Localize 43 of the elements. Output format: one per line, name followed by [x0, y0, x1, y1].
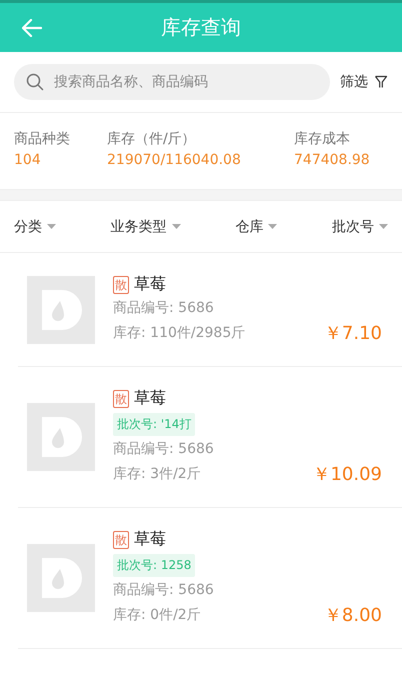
placeholder-logo-icon [27, 544, 95, 612]
product-row[interactable]: 散 草莓 批次号: 1258 商品编号: 5686 库存: 0件/2斤 ￥8.00 [18, 508, 402, 649]
stock-text: 库存: 110件/2985斤 [113, 324, 246, 342]
batch-tag: 批次号: '14打 [113, 413, 196, 436]
stat-label: 商品种类 [14, 130, 71, 148]
stat-value: 219070/116040.08 [107, 152, 242, 168]
search-field[interactable]: 搜索商品名称、商品编码 [14, 64, 330, 100]
product-code: 商品编号: 5686 [113, 299, 214, 317]
product-name: 草莓 [134, 388, 166, 409]
product-name: 草莓 [134, 274, 166, 295]
stat-label: 库存成本 [294, 130, 351, 148]
product-name: 草莓 [134, 529, 166, 550]
price: ￥8.00 [324, 604, 382, 627]
page-title: 库存查询 [161, 14, 241, 41]
stock-text: 库存: 0件/2斤 [113, 606, 201, 624]
filter-button[interactable]: 筛选 [340, 71, 388, 93]
caret-icon [47, 224, 56, 229]
caret-icon [172, 224, 181, 229]
filter-dropdown[interactable]: 批次号 [332, 216, 388, 238]
search-icon [26, 73, 44, 91]
price: ￥10.09 [312, 463, 382, 486]
stat-value: 747408.98 [294, 152, 370, 168]
caret-icon [378, 224, 388, 229]
bulk-tag: 散 [113, 276, 129, 294]
product-row[interactable]: 散 草莓 商品编号: 5686 库存: 110件/2985斤 ￥7.10 [18, 253, 402, 367]
bulk-tag: 散 [113, 390, 129, 408]
stat-label: 库存（件/斤） [107, 130, 197, 148]
caret-icon [268, 224, 278, 229]
product-code: 商品编号: 5686 [113, 581, 214, 599]
product-row[interactable]: 散 草莓 批次号: '14打 商品编号: 5686 库存: 3件/2斤 ￥10.09 [18, 367, 402, 508]
bulk-tag: 散 [113, 530, 129, 548]
filter-dropdown[interactable]: 分类 [14, 216, 56, 238]
funnel-icon [374, 75, 388, 89]
filter-dropdown[interactable]: 业务类型 [110, 216, 181, 238]
batch-tag: 批次号: 1258 [113, 554, 196, 577]
product-code: 商品编号: 5686 [113, 440, 214, 458]
placeholder-logo-icon [27, 276, 95, 344]
filter-dropdown[interactable]: 仓库 [235, 216, 278, 238]
stock-text: 库存: 3件/2斤 [113, 465, 201, 483]
price: ￥7.10 [324, 322, 382, 345]
search-input[interactable]: 搜索商品名称、商品编码 [52, 73, 318, 91]
placeholder-logo-icon [27, 403, 95, 471]
stat-value: 104 [14, 152, 42, 168]
